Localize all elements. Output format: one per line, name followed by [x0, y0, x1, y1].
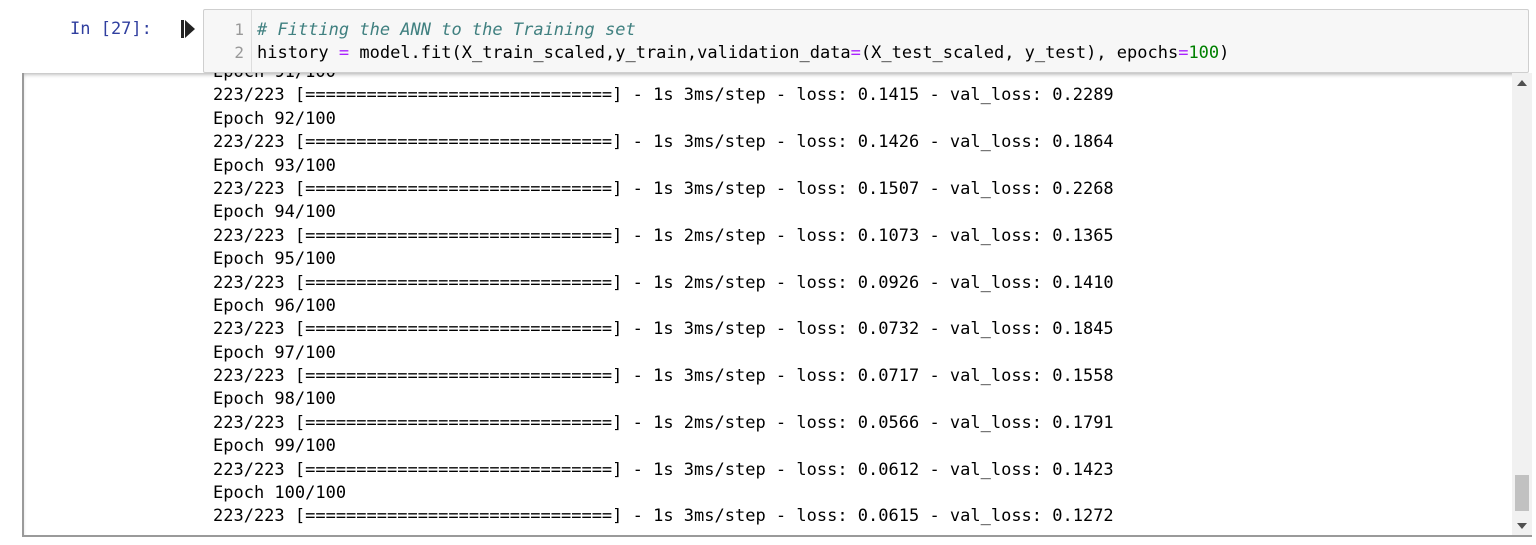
- output-line: 223/223 [==============================]…: [213, 366, 1114, 387]
- line-number-gutter-divider: [251, 10, 252, 72]
- notebook-cell: In [27]: 1 # Fitting the ANN to the Train…: [0, 0, 1536, 545]
- output-line: 223/223 [==============================]…: [213, 506, 1114, 527]
- scrollbar-thumb[interactable]: [1515, 475, 1529, 511]
- code-token: =: [338, 43, 350, 63]
- code-token: history: [257, 43, 339, 63]
- output-area: Epoch 91/100223/223 [===================…: [22, 73, 1532, 537]
- output-line: Epoch 99/100: [213, 436, 336, 457]
- code-token: model.fit(X_train_scaled,y_train,validat…: [349, 43, 851, 63]
- line-number: 2: [234, 43, 244, 62]
- output-line: 223/223 [==============================]…: [213, 178, 1114, 199]
- output-line: Epoch 96/100: [213, 295, 336, 316]
- output-scrollbar[interactable]: [1512, 73, 1532, 535]
- output-line: Epoch 97/100: [213, 342, 336, 363]
- input-prompt: In [27]:: [70, 19, 152, 39]
- code-token: # Fitting the ANN to the Training set: [257, 20, 636, 40]
- output-line: Epoch 95/100: [213, 249, 336, 270]
- output-line: Epoch 91/100: [213, 73, 1114, 84]
- output-line: 223/223 [==============================]…: [213, 132, 1114, 153]
- code-token: =: [850, 43, 861, 63]
- code-text: history = model.fit(X_train_scaled,y_tra…: [257, 42, 1229, 64]
- output-line: 223/223 [==============================]…: [213, 412, 1114, 433]
- output-line: 223/223 [==============================]…: [213, 85, 1114, 106]
- output-line: 223/223 [==============================]…: [213, 319, 1114, 340]
- code-token: ): [1219, 43, 1230, 63]
- output-log: Epoch 91/100223/223 [===================…: [213, 73, 1114, 529]
- code-token: (X_test_scaled, y_test), epochs: [860, 43, 1179, 63]
- output-line: Epoch 92/100: [213, 108, 336, 129]
- line-number: 1: [234, 20, 244, 39]
- step-forward-icon[interactable]: [181, 20, 195, 38]
- output-line: 223/223 [==============================]…: [213, 272, 1114, 293]
- code-text: # Fitting the ANN to the Training set: [257, 19, 636, 41]
- output-line: Epoch 94/100: [213, 202, 336, 223]
- arrow-up-icon[interactable]: [1517, 80, 1527, 86]
- output-line: Epoch 98/100: [213, 389, 336, 410]
- code-token: =: [1178, 43, 1189, 63]
- output-line: 223/223 [==============================]…: [213, 225, 1114, 246]
- output-line: Epoch 93/100: [213, 155, 336, 176]
- code-input-area[interactable]: 1 # Fitting the ANN to the Training set 2 h…: [203, 9, 1529, 73]
- output-line: Epoch 100/100: [213, 483, 347, 504]
- output-line: 223/223 [==============================]…: [213, 459, 1114, 480]
- code-token: 100: [1188, 43, 1220, 63]
- arrow-down-icon[interactable]: [1517, 523, 1527, 529]
